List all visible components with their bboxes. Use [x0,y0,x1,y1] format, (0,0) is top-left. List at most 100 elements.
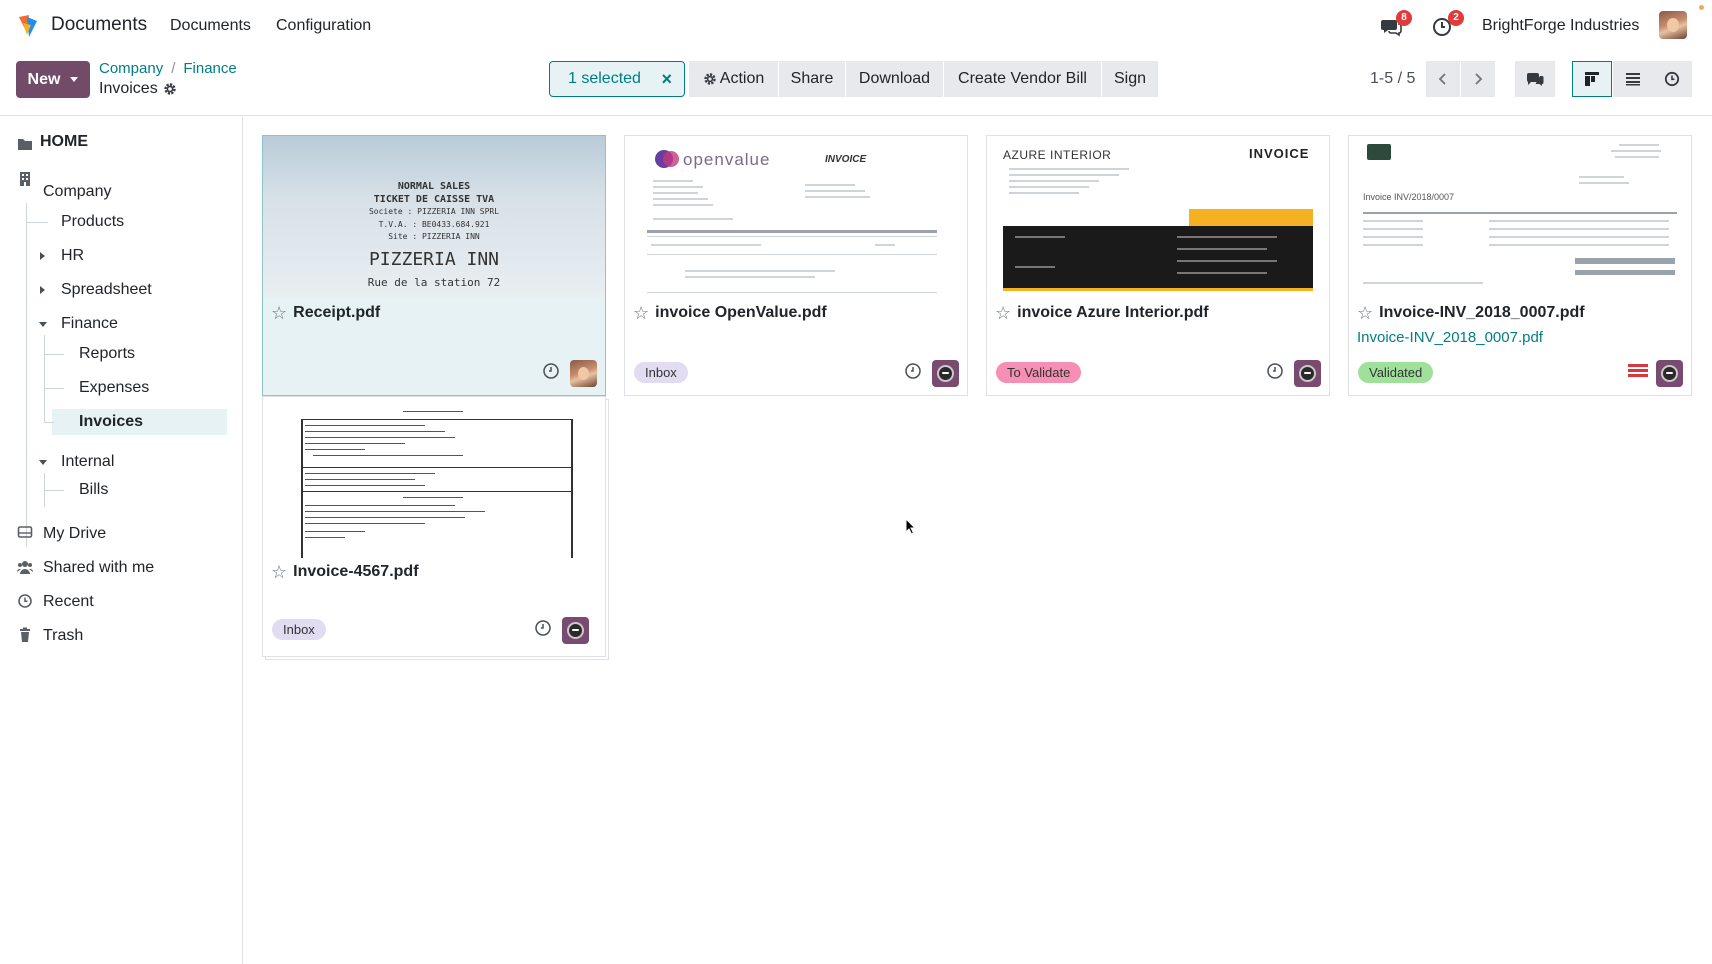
list-icon [1626,73,1640,86]
document-card-inv-2018-0007[interactable]: Invoice INV/2018/0007 ☆ Invoice-INV_2018… [1348,135,1692,396]
top-navbar: Documents Documents Configuration 8 2 Br… [0,0,1712,52]
sidebar-item-hr[interactable]: HR [61,247,84,265]
documents-app-icon[interactable] [15,13,41,39]
action-button[interactable]: Action [689,61,778,97]
messages-button[interactable]: 8 [1380,10,1412,38]
activity-list-icon[interactable] [1627,362,1649,380]
document-thumbnail: NORMAL SALES TICKET DE CAISSE TVA Societ… [263,136,605,297]
document-title: Receipt.pdf [293,304,381,321]
receipt-line: Rue de la station 72 [367,276,501,289]
app-name[interactable]: Documents [51,14,147,36]
current-folder-name: Invoices [99,80,158,97]
document-title: invoice OpenValue.pdf [655,304,827,321]
star-icon[interactable]: ☆ [1357,304,1373,322]
status-badge: To Validate [996,362,1082,383]
star-icon[interactable]: ☆ [633,304,649,322]
owner-avatar[interactable] [932,360,959,387]
owner-avatar[interactable] [1656,360,1683,387]
status-badge: Validated [1358,362,1434,383]
create-vendor-bill-button[interactable]: Create Vendor Bill [944,61,1101,97]
users-icon [17,561,33,574]
activity-clock-icon[interactable] [1266,362,1284,380]
sidebar-item-recent[interactable]: Recent [43,593,94,611]
document-thumbnail: Invoice INV/2018/0007 [1349,136,1691,297]
document-card-receipt[interactable]: NORMAL SALES TICKET DE CAISSE TVA Societ… [262,135,606,396]
new-button[interactable]: New [16,61,90,98]
document-title: Invoice-INV_2018_0007.pdf [1379,304,1585,321]
tree-connector [26,222,48,223]
list-view-button[interactable] [1613,61,1653,97]
invoice-heading: INVOICE [1249,146,1310,161]
clear-selection-icon[interactable]: × [661,69,672,90]
share-button[interactable]: Share [779,61,845,97]
gear-icon [704,73,716,85]
sidebar-item-company[interactable]: Company [43,183,111,201]
star-icon[interactable]: ☆ [995,304,1011,322]
owner-avatar[interactable] [1294,360,1321,387]
user-avatar[interactable] [1659,11,1687,39]
sidebar-item-shared-with-me[interactable]: Shared with me [43,559,154,577]
document-card-invoice-4567[interactable]: ☆ Invoice-4567.pdf Inbox [262,396,606,657]
invoice-heading: Invoice INV/2018/0007 [1363,192,1455,202]
sign-button[interactable]: Sign [1102,61,1158,97]
folder-sidebar: HOME Company Products HR Spreadsheet Fin… [0,117,243,964]
chatter-toggle-button[interactable] [1515,61,1555,97]
sidebar-item-home[interactable]: HOME [40,133,88,151]
document-card-openvalue[interactable]: openvalue INVOICE ☆ invoice OpenValue.pd… [624,135,968,396]
status-badge: Inbox [634,362,688,383]
tree-connector [44,422,54,423]
sidebar-item-bills[interactable]: Bills [79,481,108,499]
star-icon[interactable]: ☆ [271,304,287,322]
selection-indicator[interactable]: 1 selected × [549,61,685,97]
sidebar-item-trash[interactable]: Trash [43,627,83,645]
activity-view-button[interactable] [1652,61,1692,97]
gear-icon[interactable] [163,82,177,96]
breadcrumb-finance[interactable]: Finance [183,60,236,77]
sidebar-item-finance[interactable]: Finance [61,315,118,333]
sidebar-item-spreadsheet[interactable]: Spreadsheet [61,281,152,299]
action-label: Action [719,70,765,87]
caret-down-icon[interactable] [39,460,47,465]
messages-badge: 8 [1396,10,1412,26]
owner-avatar[interactable] [570,360,597,387]
caret-down-icon[interactable] [39,322,47,327]
receipt-line: T.V.A. : BE0433.684.921 [378,220,490,229]
sidebar-item-products[interactable]: Products [61,213,124,231]
download-button[interactable]: Download [846,61,943,97]
menu-configuration[interactable]: Configuration [276,17,371,35]
caret-right-icon[interactable] [40,286,45,294]
pager-value[interactable]: 1-5 / 5 [1370,70,1415,88]
owner-avatar[interactable] [562,617,589,644]
sidebar-item-invoices[interactable]: Invoices [79,413,143,431]
star-icon[interactable]: ☆ [271,563,287,581]
pager-previous-button[interactable] [1426,61,1460,97]
mouse-cursor-icon [905,518,917,535]
sidebar-item-reports[interactable]: Reports [79,345,135,363]
document-thumbnail: openvalue INVOICE [625,136,967,297]
page-title: Invoices [99,80,177,98]
caret-down-icon [70,77,79,82]
sidebar-item-my-drive[interactable]: My Drive [43,525,106,543]
kanban-view-button[interactable] [1572,61,1612,97]
receipt-line: Societe : PIZZERIA INN SPRL [368,207,500,216]
pager-next-button[interactable] [1461,61,1495,97]
document-link[interactable]: Invoice-INV_2018_0007.pdf [1357,329,1543,346]
activity-clock-icon[interactable] [542,362,560,380]
breadcrumb-company[interactable]: Company [99,60,163,77]
control-panel: New Company / Finance Invoices 1 selected … [0,52,1712,116]
activity-clock-icon[interactable] [904,362,922,380]
kanban-icon [1585,72,1599,86]
sidebar-item-expenses[interactable]: Expenses [79,379,149,397]
document-card-azure-interior[interactable]: AZURE INTERIOR INVOICE ☆ invoice Azure I… [986,135,1330,396]
activities-button[interactable]: 2 [1432,10,1464,38]
activities-badge: 2 [1448,10,1464,26]
menu-documents[interactable]: Documents [170,17,251,35]
sidebar-item-internal[interactable]: Internal [61,453,114,471]
activity-clock-icon[interactable] [534,619,552,637]
selected-count: 1 selected [568,70,641,87]
receipt-line: NORMAL SALES [397,181,471,192]
tree-connector [44,335,45,423]
company-switcher[interactable]: BrightForge Industries [1482,17,1639,35]
openvalue-logo-text: openvalue [683,150,771,169]
caret-right-icon[interactable] [40,252,45,260]
